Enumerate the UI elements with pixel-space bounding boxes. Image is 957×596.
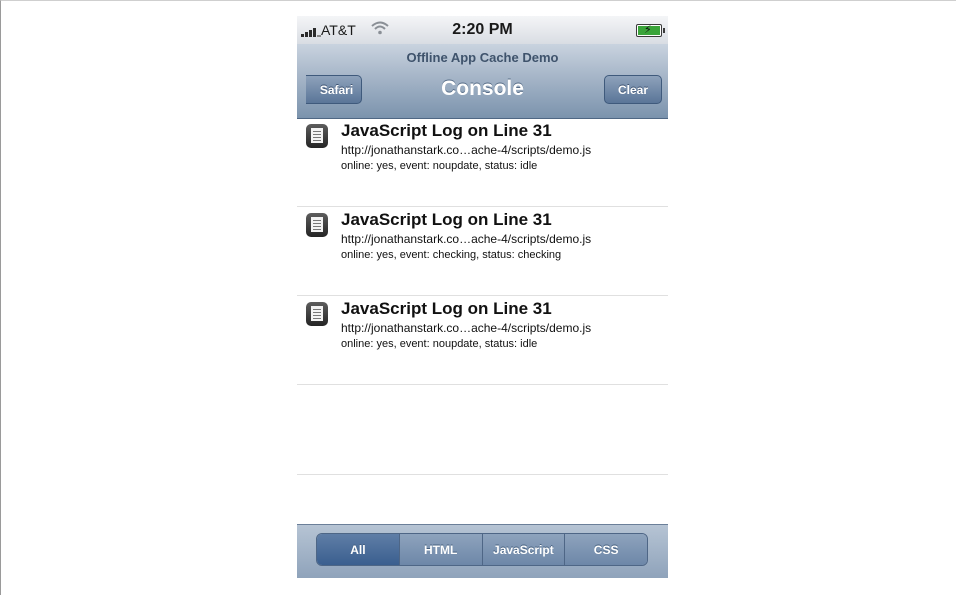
clear-button-label: Clear [617, 82, 649, 97]
log-entry-url: http://jonathanstark.co…ache-4/scripts/d… [341, 143, 592, 157]
navigation-bar: Offline App Cache Demo Safari Console Cl… [297, 44, 668, 119]
filter-toolbar: All HTML JavaScript CSS [297, 524, 668, 578]
tab-all[interactable]: All [317, 534, 400, 565]
battery-charging-icon: ⚡ [636, 24, 665, 37]
clear-button[interactable]: Clear [604, 75, 662, 104]
status-bar: AT&T 2:20 PM ⚡ [297, 16, 668, 44]
log-entry-message: online: yes, event: noupdate, status: id… [341, 338, 538, 350]
tab-javascript[interactable]: JavaScript [482, 534, 566, 565]
log-entry-url: http://jonathanstark.co…ache-4/scripts/d… [341, 232, 592, 246]
back-button-label: Safari [319, 82, 354, 97]
filter-segmented-control: All HTML JavaScript CSS [316, 533, 648, 566]
phone-screen: AT&T 2:20 PM ⚡ Offline App Cache Demo Sa… [297, 16, 668, 578]
log-entry-message: online: yes, event: checking, status: ch… [341, 249, 562, 261]
log-entry[interactable]: JavaScript Log on Line 31 http://jonatha… [297, 207, 668, 296]
document-icon [306, 213, 328, 237]
tab-html[interactable]: HTML [399, 534, 483, 565]
log-entry-title: JavaScript Log on Line 31 [341, 210, 552, 229]
empty-row [297, 385, 668, 475]
console-log-list: JavaScript Log on Line 31 http://jonatha… [297, 118, 668, 475]
tab-css[interactable]: CSS [565, 534, 647, 565]
log-entry-title: JavaScript Log on Line 31 [341, 121, 552, 140]
log-entry-message: online: yes, event: noupdate, status: id… [341, 160, 538, 172]
log-entry-title: JavaScript Log on Line 31 [341, 299, 552, 318]
document-icon [306, 302, 328, 326]
log-entry-url: http://jonathanstark.co…ache-4/scripts/d… [341, 321, 592, 335]
log-entry[interactable]: JavaScript Log on Line 31 http://jonatha… [297, 118, 668, 207]
page-prompt: Offline App Cache Demo [406, 50, 559, 65]
document-icon [306, 124, 328, 148]
clock-label: 2:20 PM [452, 21, 513, 38]
log-entry[interactable]: JavaScript Log on Line 31 http://jonatha… [297, 296, 668, 385]
